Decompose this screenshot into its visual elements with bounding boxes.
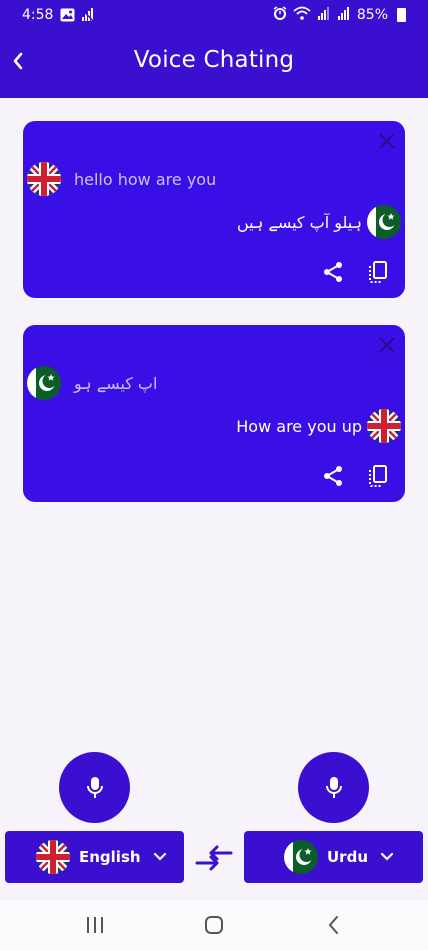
urdu-mic-button[interactable] [298,752,369,823]
translated-message: ہیلو آپ کیسے ہیں [237,205,401,239]
share-button[interactable] [321,260,345,284]
translated-message: How are you up [236,409,401,443]
back-icon [328,916,338,934]
conversation-card: hello how are you ہیلو آپ کیسے ہیں [23,121,405,298]
recent-apps-button[interactable] [82,912,108,938]
back-nav-button[interactable] [321,912,347,938]
copy-icon [369,261,387,283]
recent-apps-icon [87,917,103,933]
home-icon [205,916,223,934]
translated-text: ہیلو آپ کیسے ہیں [236,212,362,232]
translated-text: How are you up [236,416,362,436]
battery-level: 85% [356,7,388,23]
pakistan-flag-icon [367,205,401,239]
home-button[interactable] [201,912,227,938]
battery-icon [394,8,406,22]
share-button[interactable] [321,464,345,488]
alarm-icon [273,6,287,24]
source-message: hello how are you [27,162,216,196]
status-time: 4:58 [22,7,54,23]
pakistan-flag-icon [27,366,61,400]
close-icon [379,133,395,149]
signal-off-icon [80,7,94,26]
microphone-icon [325,776,342,798]
copy-icon [369,465,387,487]
swap-icon [195,845,233,871]
close-icon [379,337,395,353]
source-text: hello how are you [74,169,217,189]
target-language-label: Urdu [327,848,368,866]
microphone-icon [86,776,103,798]
copy-button[interactable] [366,464,390,488]
share-icon [324,262,342,282]
pakistan-flag-icon [284,840,318,874]
status-bar: 4:58 85% [0,0,428,32]
swap-languages-button[interactable] [193,843,235,873]
conversation-card: اپ کیسے ہو How are you up [23,325,405,502]
close-button[interactable] [378,336,396,354]
signal-icon [317,6,331,24]
source-text: اپ کیسے ہو [74,373,158,393]
app-bar: 4:58 85% Voice Chating [0,0,428,98]
target-language-selector[interactable]: Urdu [244,831,423,883]
english-mic-button[interactable] [59,752,130,823]
signal-icon [337,6,351,24]
chevron-down-icon [380,852,394,861]
copy-button[interactable] [366,260,390,284]
wifi-icon [293,6,311,24]
source-message: اپ کیسے ہو [27,366,157,400]
source-language-label: English [79,848,141,866]
uk-flag-icon [27,162,61,196]
uk-flag-icon [36,840,70,874]
page-title: Voice Chating [133,47,295,73]
share-icon [324,466,342,486]
chevron-down-icon [153,852,166,861]
uk-flag-icon [367,409,401,443]
close-button[interactable] [378,132,396,150]
source-language-selector[interactable]: English [5,831,184,883]
system-navigation-bar [0,900,428,950]
image-icon [60,8,75,26]
